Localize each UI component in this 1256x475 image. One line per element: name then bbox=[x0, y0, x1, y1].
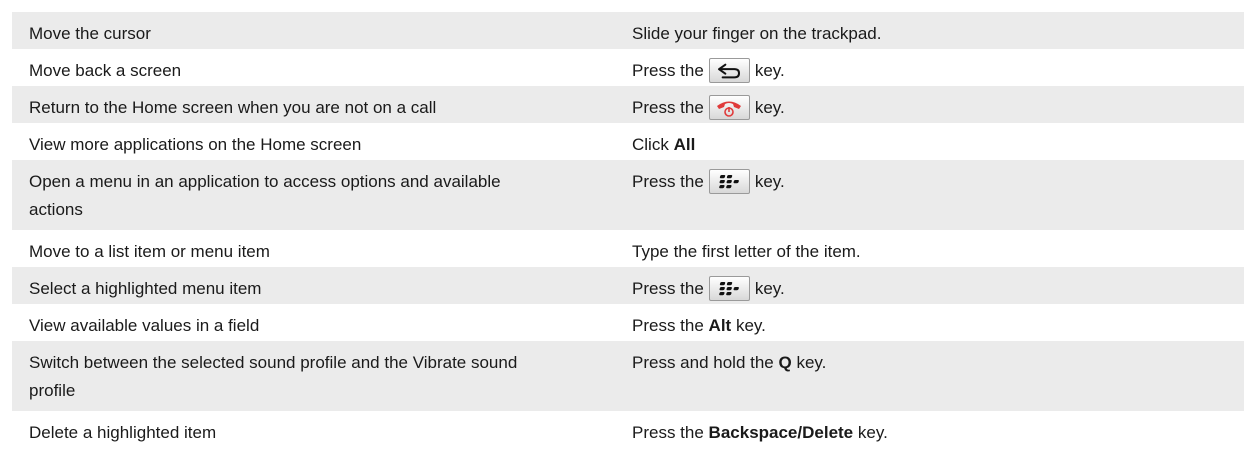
table-row: View available values in a field Press th… bbox=[12, 304, 1244, 341]
task-cell: View available values in a field bbox=[12, 310, 632, 341]
action-suffix: key. bbox=[754, 98, 785, 117]
table-row: Return to the Home screen when you are n… bbox=[12, 86, 1244, 123]
task-text: actions bbox=[29, 200, 83, 219]
key-name: Alt bbox=[708, 316, 732, 335]
key-name: Backspace/Delete bbox=[708, 423, 854, 442]
action-text: Press the bbox=[632, 172, 704, 191]
action-text: Slide your finger on the trackpad. bbox=[632, 24, 882, 43]
task-text: Select a highlighted menu item bbox=[29, 279, 262, 298]
action-cell: Press the key. bbox=[632, 273, 785, 304]
table-row: Move to a list item or menu item Type the… bbox=[12, 230, 1244, 267]
action-cell: Press and hold the Q key. bbox=[632, 347, 826, 378]
task-text: View available values in a field bbox=[29, 316, 260, 335]
table-row: Open a menu in an application to access … bbox=[12, 160, 1244, 230]
end-call-icon bbox=[708, 95, 750, 120]
action-cell: Press the Alt key. bbox=[632, 310, 766, 341]
action-cell: Click All bbox=[632, 129, 695, 160]
action-text: Press the bbox=[632, 61, 704, 80]
action-cell: Type the first letter of the item. bbox=[632, 236, 861, 267]
table-row: Switch between the selected sound profil… bbox=[12, 341, 1244, 411]
task-text: profile bbox=[29, 381, 76, 400]
action-text: Press the bbox=[632, 279, 704, 298]
action-suffix: key. bbox=[796, 353, 827, 372]
action-text: Press the bbox=[632, 316, 704, 335]
task-text: Move the cursor bbox=[29, 24, 151, 43]
task-cell: Move to a list item or menu item bbox=[12, 236, 632, 267]
task-cell: View more applications on the Home scree… bbox=[12, 129, 632, 160]
menu-icon bbox=[708, 276, 750, 301]
task-cell: Move the cursor bbox=[12, 18, 632, 49]
action-cell: Slide your finger on the trackpad. bbox=[632, 18, 881, 49]
task-cell: Switch between the selected sound profil… bbox=[12, 347, 632, 404]
action-text: Click bbox=[632, 135, 669, 154]
action-text: Press the bbox=[632, 423, 704, 442]
task-cell: Open a menu in an application to access … bbox=[12, 166, 632, 223]
task-cell: Return to the Home screen when you are n… bbox=[12, 92, 632, 123]
action-cell: Press the key. bbox=[632, 92, 785, 123]
action-text: Press and hold the bbox=[632, 353, 774, 372]
task-text: View more applications on the Home scree… bbox=[29, 135, 362, 154]
key-name: Q bbox=[778, 353, 792, 372]
action-suffix: key. bbox=[754, 61, 785, 80]
menu-icon bbox=[708, 169, 750, 194]
task-cell: Move back a screen bbox=[12, 55, 632, 86]
key-name: All bbox=[673, 135, 696, 154]
table-row: Select a highlighted menu item Press the k… bbox=[12, 267, 1244, 304]
shortcut-table: Move the cursor Slide your finger on the … bbox=[12, 12, 1244, 448]
action-suffix: key. bbox=[857, 423, 888, 442]
table-row: View more applications on the Home scree… bbox=[12, 123, 1244, 160]
task-text: Delete a highlighted item bbox=[29, 423, 217, 442]
task-cell: Select a highlighted menu item bbox=[12, 273, 632, 304]
task-cell: Delete a highlighted item bbox=[12, 417, 632, 448]
table-row: Delete a highlighted item Press the Backs… bbox=[12, 411, 1244, 448]
task-text: Move to a list item or menu item bbox=[29, 242, 270, 261]
task-text: Move back a screen bbox=[29, 61, 182, 80]
task-text: Open a menu in an application to access … bbox=[29, 172, 501, 191]
action-suffix: key. bbox=[735, 316, 766, 335]
action-cell: Press the key. bbox=[632, 55, 785, 86]
task-text: Switch between the selected sound profil… bbox=[29, 353, 518, 372]
table-row: Move back a screen Press the key. bbox=[12, 49, 1244, 86]
action-cell: Press the key. bbox=[632, 166, 785, 197]
action-suffix: key. bbox=[754, 279, 785, 298]
back-icon bbox=[708, 58, 750, 83]
table-row: Move the cursor Slide your finger on the … bbox=[12, 12, 1244, 49]
action-cell: Press the Backspace/Delete key. bbox=[632, 417, 888, 448]
action-text: Type the first letter of the item. bbox=[632, 242, 861, 261]
task-text: Return to the Home screen when you are n… bbox=[29, 98, 437, 117]
action-suffix: key. bbox=[754, 172, 785, 191]
action-text: Press the bbox=[632, 98, 704, 117]
